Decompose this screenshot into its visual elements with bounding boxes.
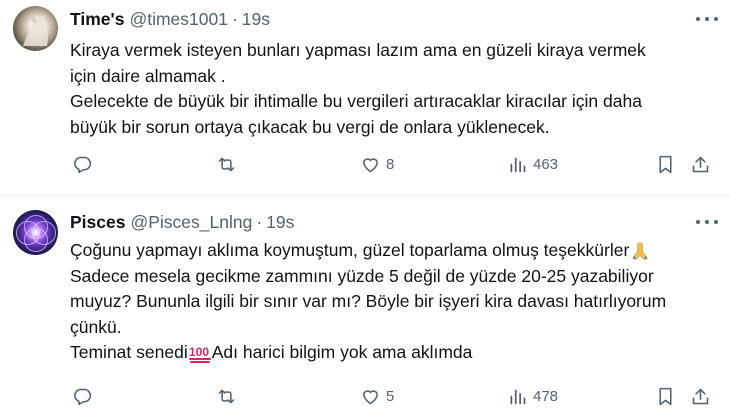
tweet-line: Teminat senedi [70,342,188,362]
tweet-line: çünkü. [70,316,122,337]
tweet-actions: 8 463 [70,152,720,176]
views-icon [510,389,526,404]
display-name[interactable]: Pisces [70,212,125,233]
share-button[interactable] [690,384,711,408]
reply-button[interactable] [72,384,98,408]
bookmark-button[interactable] [655,152,676,176]
repost-icon [218,389,235,403]
bookmark-icon [659,387,672,405]
views-count: 478 [533,387,559,405]
tweet-text: Kiraya vermek isteyen bunları yapması la… [70,38,725,140]
tweet-line-with-emoji: Teminat senedi 100 Adı harici bilgim yok a… [70,340,725,366]
tweet-line: Gelecekte de büyük bir ihtimalle bu verg… [70,91,642,111]
timestamp[interactable]: 19s [266,212,294,233]
tweet-line: Çoğunu yapmayı aklıma koymuştum, güzel t… [70,240,630,260]
svg-text:100: 100 [189,345,209,359]
tweet-line: büyük bir sorun ortaya çıkacak bu vergi … [70,116,550,137]
tweet-pisces[interactable]: Pisces @Pisces_Lnlng · 19s Çoğunu yapmay… [0,195,730,420]
reply-button[interactable] [72,152,98,176]
tweet-text: Çoğunu yapmayı aklıma koymuştum, güzel t… [70,238,725,366]
timestamp[interactable]: 19s [242,9,270,30]
like-count: 8 [386,155,395,173]
tweet-line: için daire almamak . [70,65,226,86]
display-name[interactable]: Time's [70,9,124,30]
separator-dot: · [231,8,238,29]
reply-icon [74,388,92,405]
heart-icon [363,157,378,172]
heart-icon [363,389,378,404]
avatar[interactable] [13,210,58,255]
like-count: 5 [386,387,395,405]
share-icon [692,388,709,404]
more-icon[interactable] [696,217,718,227]
user-handle[interactable]: @Pisces_Lnlng [130,212,252,233]
views-icon [510,157,526,172]
share-icon [692,156,709,172]
tweet-line: Kiraya vermek isteyen bunları yapması la… [70,40,646,60]
repost-icon [218,157,235,171]
avatar[interactable] [13,6,58,51]
views-button[interactable]: 463 [507,152,558,176]
reply-icon [74,156,92,173]
separator-dot: · [256,211,263,232]
tweet-times[interactable]: Time's @times1001 · 19s Kiraya vermek is… [0,0,730,194]
tweet-line: Adı harici bilgim yok ama aklımda [211,342,473,362]
praying-hands-emoji [632,242,648,261]
views-count: 463 [533,155,559,173]
share-button[interactable] [690,152,711,176]
flower-of-life-pattern [32,221,56,245]
like-button[interactable]: 5 [360,384,394,408]
tweet-actions: 5 478 [70,384,720,408]
views-button[interactable]: 478 [507,384,558,408]
repost-button[interactable] [216,384,242,408]
hundred-points-emoji: 100 [188,345,211,364]
repost-button[interactable] [216,152,242,176]
tweet-line: Sadece mesela gecikme zammını yüzde 5 de… [70,265,654,286]
user-handle[interactable]: @times1001 [129,9,228,30]
tweet-line-with-emoji: Çoğunu yapmayı aklıma koymuştum, güzel t… [70,238,725,264]
bookmark-button[interactable] [655,384,676,408]
horse-photo-icon [23,14,48,46]
bookmark-icon [659,155,672,173]
tweet-line: muyuz? Bununla ilgili bir sınır var mı? … [70,291,667,311]
more-icon[interactable] [696,14,718,24]
like-button[interactable]: 8 [360,152,394,176]
